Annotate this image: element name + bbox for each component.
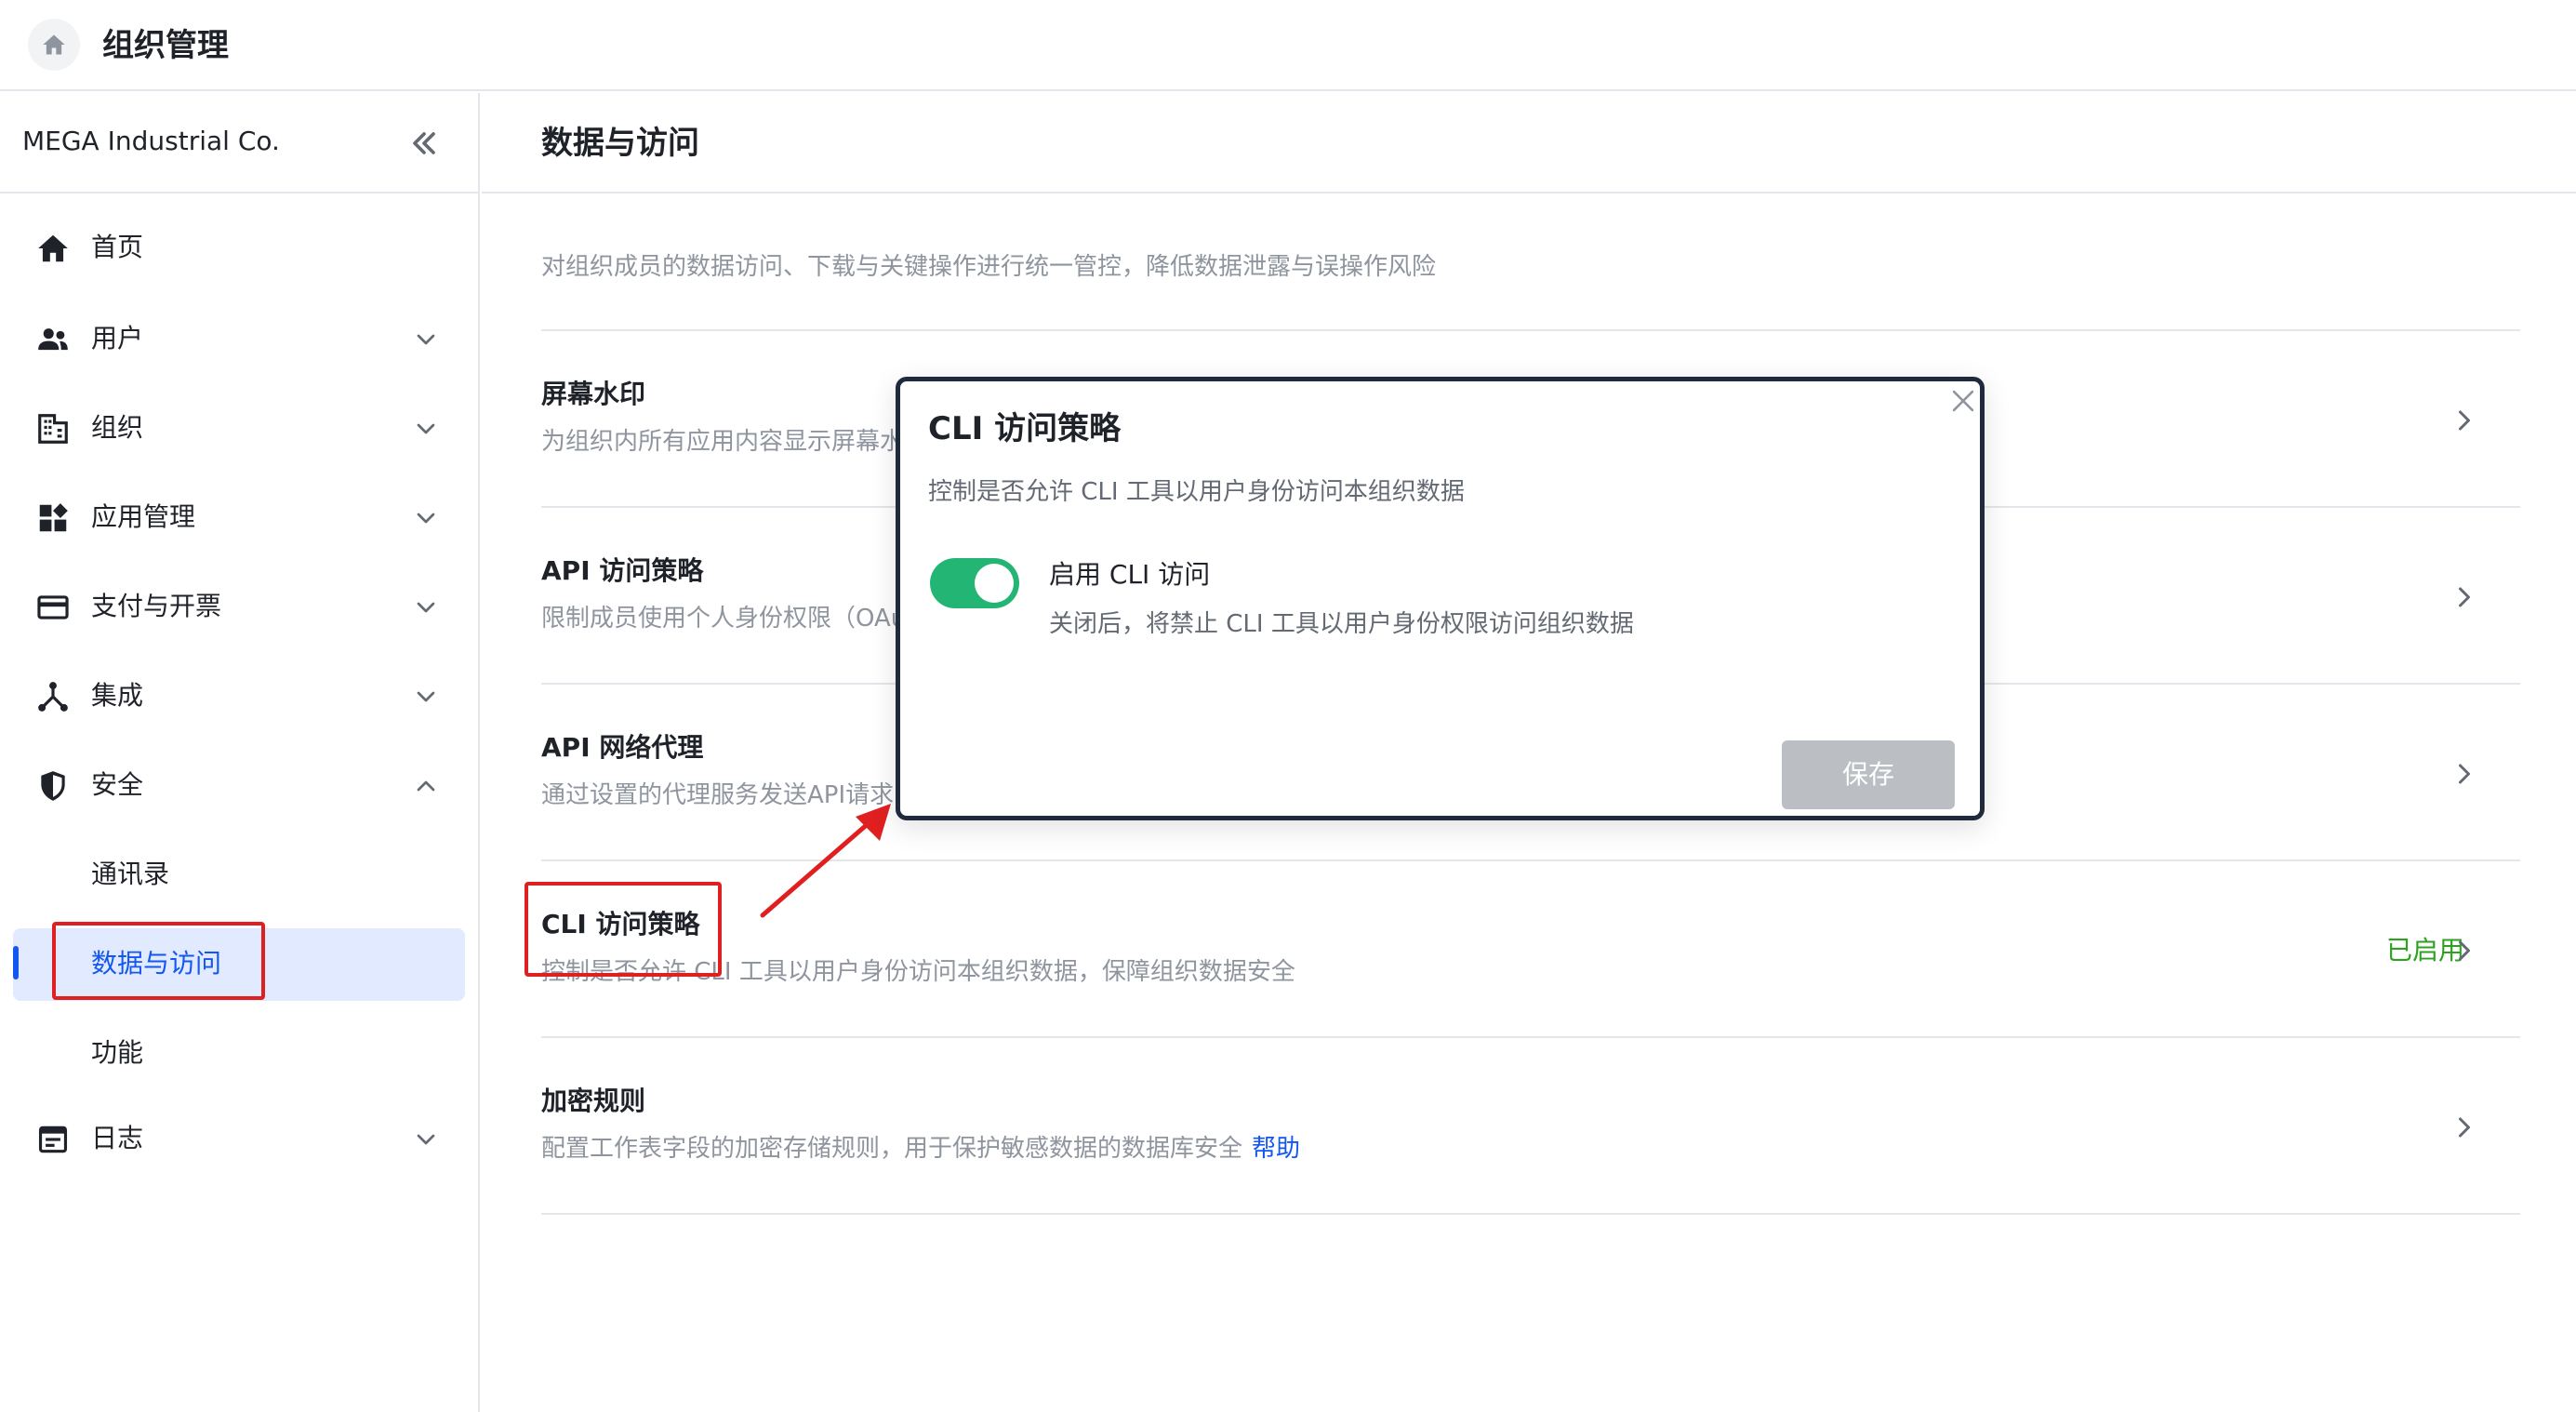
sidebar-item-integration[interactable]: 集成 — [13, 660, 465, 733]
page-description: 对组织成员的数据访问、下载与关键操作进行统一管控，降低数据泄露与误操作风险 — [541, 253, 1437, 281]
setting-title: 屏幕水印 — [541, 379, 646, 409]
help-link[interactable]: 帮助 — [1252, 1135, 1300, 1163]
sidebar-item-label: 支付与开票 — [91, 591, 222, 621]
home-icon — [38, 234, 68, 262]
cli-access-toggle[interactable] — [930, 558, 1019, 608]
setting-description: 限制成员使用个人身份权限（OAu — [541, 605, 907, 633]
toggle-label: 启用 CLI 访问 — [1049, 559, 1211, 590]
users-icon — [38, 328, 68, 351]
active-indicator — [13, 946, 19, 979]
chevron-down-icon — [417, 691, 435, 702]
integration-icon — [38, 682, 68, 712]
sidebar-item-users[interactable]: 用户 — [13, 303, 465, 376]
app-title: 组织管理 — [102, 27, 229, 64]
chevron-down-icon — [417, 334, 435, 345]
sidebar-item-security[interactable]: 安全 — [13, 750, 465, 822]
page-header: 数据与访问 — [482, 93, 2576, 193]
close-icon[interactable] — [1947, 385, 1979, 417]
sidebar: MEGA Industrial Co. 首页 用户 组织 应用管理 支付与开票 … — [0, 93, 480, 1412]
sidebar-item-billing[interactable]: 支付与开票 — [13, 571, 465, 644]
setting-row-encryption[interactable]: 加密规则 配置工作表字段的加密存储规则，用于保护敏感数据的数据库安全 帮助 — [541, 1038, 2520, 1215]
sidebar-subitem-features[interactable]: 功能 — [13, 1018, 465, 1090]
sidebar-item-label: 安全 — [91, 769, 144, 800]
sidebar-subitem-contacts[interactable]: 通讯录 — [13, 839, 465, 912]
top-bar: 组织管理 — [0, 0, 2576, 91]
sidebar-item-app-management[interactable]: 应用管理 — [13, 482, 465, 554]
home-button[interactable] — [28, 19, 80, 71]
chevron-down-icon — [417, 1134, 435, 1145]
sidebar-item-organization[interactable]: 组织 — [13, 393, 465, 465]
chevron-down-icon — [417, 423, 435, 434]
org-switcher: MEGA Industrial Co. — [0, 93, 478, 193]
home-icon — [43, 34, 65, 55]
chevron-right-icon — [2459, 940, 2470, 961]
sidebar-item-label: 首页 — [91, 232, 144, 262]
page-title: 数据与访问 — [541, 125, 699, 162]
sidebar-item-label: 通讯录 — [91, 859, 170, 889]
chevron-right-icon — [2459, 587, 2470, 607]
chevron-right-icon — [2459, 410, 2470, 431]
sidebar-item-home[interactable]: 首页 — [13, 212, 465, 285]
chevron-right-icon — [2459, 1117, 2470, 1138]
dialog-description: 控制是否允许 CLI 工具以用户身份访问本组织数据 — [928, 478, 1465, 506]
annotation-highlight-row — [524, 882, 722, 977]
sidebar-item-label: 集成 — [91, 680, 144, 711]
cli-access-dialog: CLI 访问策略 控制是否允许 CLI 工具以用户身份访问本组织数据 启用 CL… — [896, 377, 1985, 820]
sidebar-item-logs[interactable]: 日志 — [13, 1103, 465, 1176]
chevron-down-icon — [417, 513, 435, 524]
setting-description: 为组织内所有应用内容显示屏幕水 — [541, 428, 905, 456]
sidebar-item-label: 功能 — [91, 1037, 144, 1068]
chevron-right-icon — [2459, 764, 2470, 784]
dialog-title: CLI 访问策略 — [928, 410, 1122, 447]
sidebar-item-label: 用户 — [91, 323, 144, 353]
setting-title: 加密规则 — [541, 1086, 646, 1116]
annotation-highlight-sidebar — [52, 922, 265, 1000]
chevron-up-icon — [417, 780, 435, 792]
apps-icon — [39, 503, 68, 532]
collapse-sidebar-icon[interactable] — [405, 125, 443, 162]
credit-card-icon — [37, 595, 69, 619]
sidebar-item-label: 应用管理 — [91, 501, 196, 532]
building-icon — [38, 414, 68, 444]
shield-icon — [41, 771, 65, 801]
sidebar-item-label: 组织 — [91, 412, 144, 443]
save-button[interactable]: 保存 — [1782, 740, 1955, 809]
toggle-knob — [975, 564, 1014, 603]
annotation-arrow-icon — [760, 804, 891, 918]
setting-description: 配置工作表字段的加密存储规则，用于保护敏感数据的数据库安全 帮助 — [541, 1131, 1300, 1166]
log-icon — [38, 1126, 68, 1153]
chevron-down-icon — [417, 602, 435, 613]
setting-title: API 访问策略 — [541, 555, 704, 586]
sidebar-item-label: 日志 — [91, 1123, 144, 1153]
setting-description-text: 配置工作表字段的加密存储规则，用于保护敏感数据的数据库安全 — [541, 1135, 1243, 1163]
org-name[interactable]: MEGA Industrial Co. — [22, 123, 280, 160]
toggle-description: 关闭后，将禁止 CLI 工具以用户身份权限访问组织数据 — [1049, 610, 1634, 638]
setting-title: API 网络代理 — [541, 732, 704, 763]
